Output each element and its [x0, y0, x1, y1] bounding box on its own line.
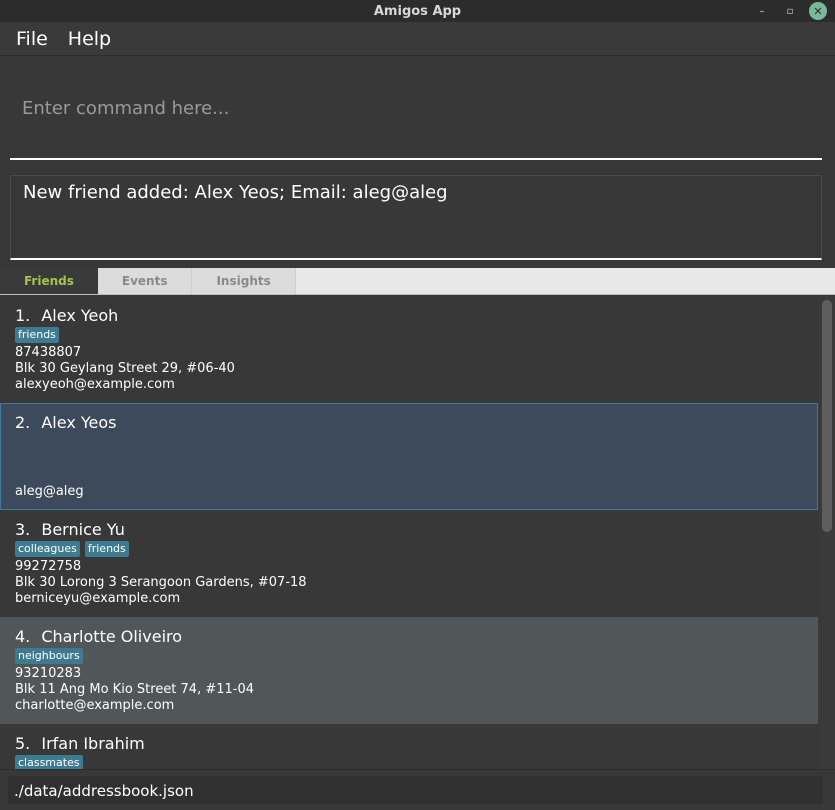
friend-card[interactable]: 4. Charlotte Oliveiro neighbours 9321028… — [0, 617, 818, 724]
list-scrollbar[interactable] — [819, 296, 835, 769]
friend-name: Alex Yeoh — [41, 306, 119, 325]
friend-name: Charlotte Oliveiro — [41, 627, 183, 646]
result-message: New friend added: Alex Yeos; Email: aleg… — [23, 182, 448, 203]
friend-card[interactable]: 5. Irfan Ibrahim classmates — [0, 724, 818, 769]
friend-phone: 87438807 — [15, 345, 82, 360]
friend-index: 1. — [15, 306, 31, 325]
window-titlebar: Amigos App – ▫ ✕ — [0, 0, 835, 22]
result-display: New friend added: Alex Yeos; Email: aleg… — [10, 175, 822, 260]
minimize-icon[interactable]: – — [753, 2, 771, 20]
tag-badge: friends — [15, 327, 59, 343]
scroll-thumb[interactable] — [822, 300, 832, 532]
friend-card-selected[interactable]: 2. Alex Yeos aleg@aleg — [0, 403, 818, 510]
tab-bar: Friends Events Insights — [0, 268, 835, 295]
maximize-icon[interactable]: ▫ — [781, 2, 799, 20]
friend-index: 3. — [15, 520, 31, 539]
friend-name-row: 1. Alex Yeoh — [15, 306, 803, 325]
friend-phone: 93210283 — [15, 666, 82, 681]
friend-name-row: 3. Bernice Yu — [15, 520, 803, 539]
friend-email: charlotte@example.com — [15, 698, 175, 713]
friend-name: Bernice Yu — [41, 520, 125, 539]
menu-file[interactable]: File — [16, 28, 48, 50]
friend-email: aleg@aleg — [15, 484, 84, 499]
friend-list: 1. Alex Yeoh friends 87438807 Blk 30 Gey… — [0, 296, 818, 769]
window-controls: – ▫ ✕ — [753, 2, 827, 20]
friend-tags: neighbours — [15, 648, 803, 664]
status-bar: ./data/addressbook.json — [0, 769, 835, 810]
status-bar-inner: ./data/addressbook.json — [8, 776, 823, 804]
friend-name-row: 4. Charlotte Oliveiro — [15, 627, 803, 646]
tag-badge: classmates — [15, 755, 83, 769]
friend-phone: 99272758 — [15, 559, 82, 574]
friend-tags: friends — [15, 327, 803, 343]
friend-address: Blk 11 Ang Mo Kio Street 74, #11-04 — [15, 682, 255, 697]
close-icon[interactable]: ✕ — [809, 2, 827, 20]
command-box — [10, 58, 822, 160]
friend-email: alexyeoh@example.com — [15, 377, 175, 392]
friend-address — [15, 468, 803, 484]
tab-friends[interactable]: Friends — [0, 268, 98, 294]
menu-help[interactable]: Help — [68, 28, 111, 50]
command-input[interactable] — [10, 58, 822, 158]
friend-index: 5. — [15, 734, 31, 753]
friend-card[interactable]: 1. Alex Yeoh friends 87438807 Blk 30 Gey… — [0, 296, 818, 403]
friend-tags: colleagues friends — [15, 541, 803, 557]
friend-name: Irfan Ibrahim — [41, 734, 145, 753]
friend-name-row: 5. Irfan Ibrahim — [15, 734, 803, 753]
friend-name-row: 2. Alex Yeos — [15, 413, 803, 432]
tag-badge: colleagues — [15, 541, 80, 557]
menu-bar: File Help — [0, 22, 835, 56]
friend-name: Alex Yeos — [41, 413, 117, 432]
friend-address: Blk 30 Geylang Street 29, #06-40 — [15, 361, 235, 376]
window-title: Amigos App — [373, 3, 462, 19]
tab-insights[interactable]: Insights — [192, 268, 296, 294]
friend-phone — [15, 452, 803, 468]
friend-card[interactable]: 3. Bernice Yu colleagues friends 9927275… — [0, 510, 818, 617]
tab-events[interactable]: Events — [97, 268, 193, 294]
tag-badge: neighbours — [15, 648, 83, 664]
tag-badge: friends — [84, 541, 129, 557]
file-path: ./data/addressbook.json — [14, 782, 194, 800]
friend-email: berniceyu@example.com — [15, 591, 181, 606]
friend-index: 2. — [15, 413, 31, 432]
friend-tags — [15, 434, 803, 450]
friend-index: 4. — [15, 627, 31, 646]
friend-tags: classmates — [15, 755, 803, 769]
friend-address: Blk 30 Lorong 3 Serangoon Gardens, #07-1… — [15, 575, 307, 590]
